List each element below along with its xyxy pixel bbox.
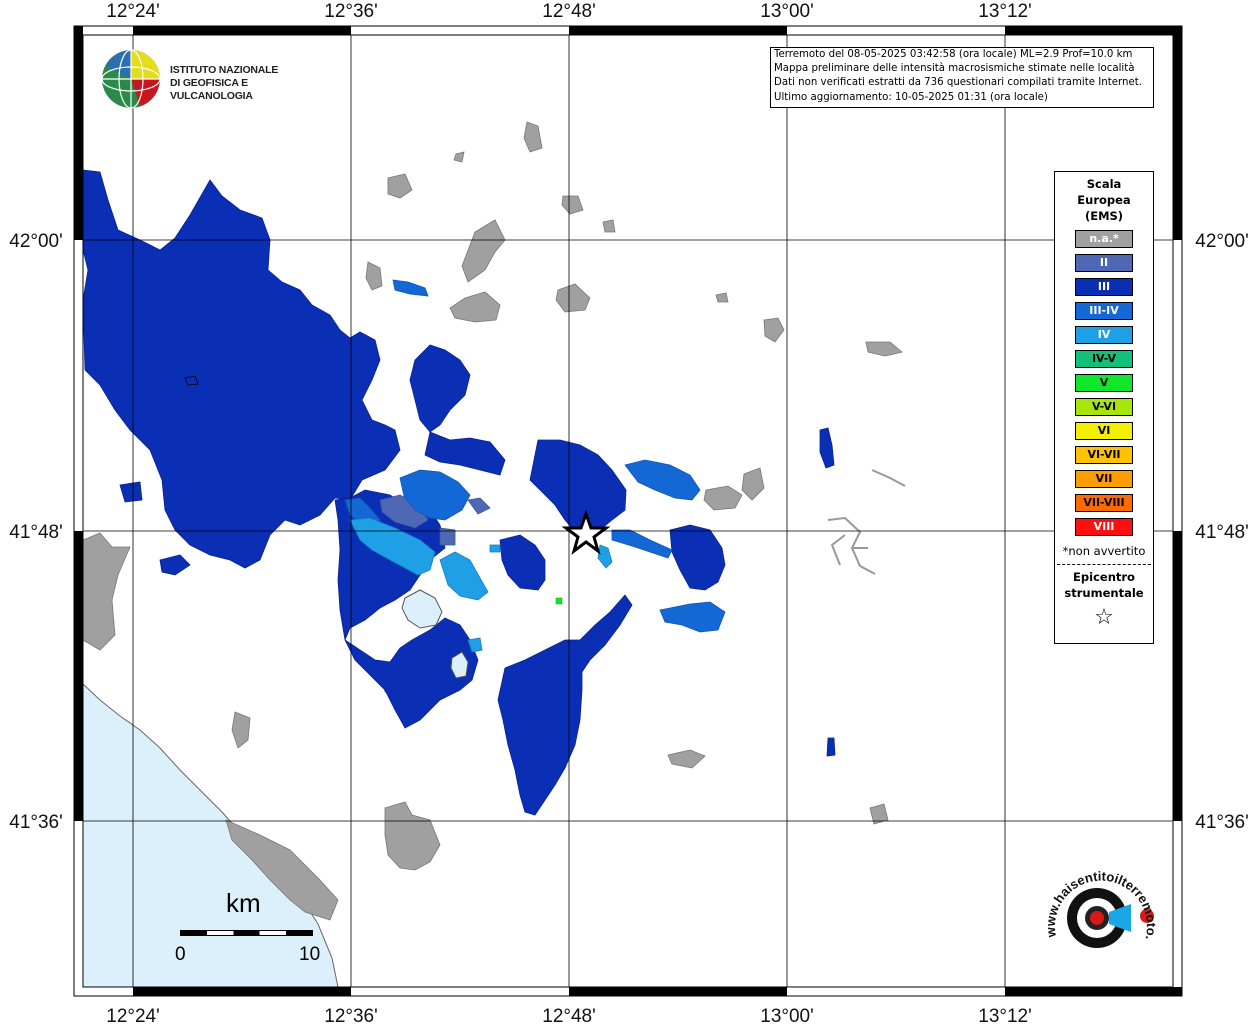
legend-item: III-IV — [1075, 302, 1133, 320]
bottom-tick-label: 13°00' — [760, 1006, 814, 1024]
legend-note: *non avvertito — [1062, 544, 1146, 558]
top-tick-label: 12°48' — [542, 1, 596, 22]
legend-item: n.a.* — [1075, 230, 1133, 248]
legend-item: VII — [1075, 470, 1133, 488]
legend-title-line: (EMS) — [1084, 209, 1124, 223]
event-info-line: Terremoto del 08-05-2025 03:42:58 (ora l… — [774, 49, 1133, 60]
event-info-line: Mappa preliminare delle intensità macros… — [774, 63, 1135, 75]
globe-logo-icon — [101, 49, 161, 109]
bottom-tick-label: 13°12' — [978, 1006, 1032, 1024]
top-tick-label: 12°36' — [324, 1, 378, 22]
ingv-name-line1: ISTITUTO NAZIONALE — [170, 64, 279, 76]
legend-item: VII-VIII — [1075, 494, 1133, 512]
right-tick-label: 41°36' — [1195, 812, 1249, 833]
legend-item: VI-VII — [1075, 446, 1133, 464]
legend-item: V — [1075, 374, 1133, 392]
legend-epicenter-line: strumentale — [1064, 586, 1144, 600]
legend-title-line: Europea — [1077, 193, 1131, 207]
legend-title: Scala Europea (EMS) — [1055, 176, 1153, 224]
event-info-line: Dati non verificati estratti da 736 ques… — [774, 77, 1142, 89]
ingv-logo: ISTITUTO NAZIONALE DI GEOFISICA E VULCAN… — [100, 48, 320, 110]
legend-item: III — [1075, 278, 1133, 296]
right-tick-label: 42°00' — [1195, 231, 1249, 252]
haisentito-logo-icon: www.haisentitoilterremoto.it — [1033, 848, 1159, 948]
legend-star-icon: ☆ — [1094, 605, 1114, 630]
legend-divider — [1057, 564, 1151, 565]
legend-item: V-VI — [1075, 398, 1133, 416]
scale-end: 10 — [299, 944, 321, 965]
scale-start: 0 — [175, 944, 186, 965]
right-tick-label: 41°48' — [1195, 522, 1249, 543]
ingv-name-line2: DI GEOFISICA E VULCANOLOGIA — [170, 77, 253, 102]
top-tick-label: 13°00' — [760, 1, 814, 22]
scale-bar-graphic — [180, 930, 313, 936]
legend-title-line: Scala — [1086, 177, 1122, 191]
scale-bar: km 0 10 — [170, 888, 330, 978]
top-tick-label: 13°12' — [978, 1, 1032, 22]
left-tick-label: 41°36' — [9, 812, 63, 833]
scale-unit: km — [226, 888, 261, 918]
legend-items: n.a.* II III III-IV IV IV-V V V-VI VI VI-VII VII VI… — [1055, 230, 1153, 536]
left-tick-label: 41°48' — [9, 522, 63, 543]
haisentito-logo: www.haisentitoilterremoto.it — [1033, 848, 1165, 980]
ingv-name: ISTITUTO NAZIONALE DI GEOFISICA E VULCAN… — [170, 64, 320, 103]
legend-epicenter-label: Epicentro strumentale — [1055, 569, 1153, 601]
bottom-tick-label: 12°48' — [542, 1006, 596, 1024]
legend-item: VIII — [1075, 518, 1133, 536]
top-tick-label: 12°24' — [106, 1, 160, 22]
event-info-box: Terremoto del 08-05-2025 03:42:58 (ora l… — [770, 47, 1154, 108]
event-info-line: Ultimo aggiornamento: 10-05-2025 01:31 (… — [774, 91, 1048, 103]
legend-epicenter-line: Epicentro — [1073, 570, 1135, 584]
bottom-tick-label: 12°24' — [106, 1006, 160, 1024]
left-tick-label: 42°00' — [9, 231, 63, 252]
ems-legend: Scala Europea (EMS) n.a.* II III III-IV IV IV… — [1054, 171, 1154, 644]
legend-item: IV — [1075, 326, 1133, 344]
bottom-tick-label: 12°36' — [324, 1006, 378, 1024]
intensity-V-areas — [555, 597, 563, 605]
legend-item: VI — [1075, 422, 1133, 440]
legend-item: II — [1075, 254, 1133, 272]
legend-item: IV-V — [1075, 350, 1133, 368]
